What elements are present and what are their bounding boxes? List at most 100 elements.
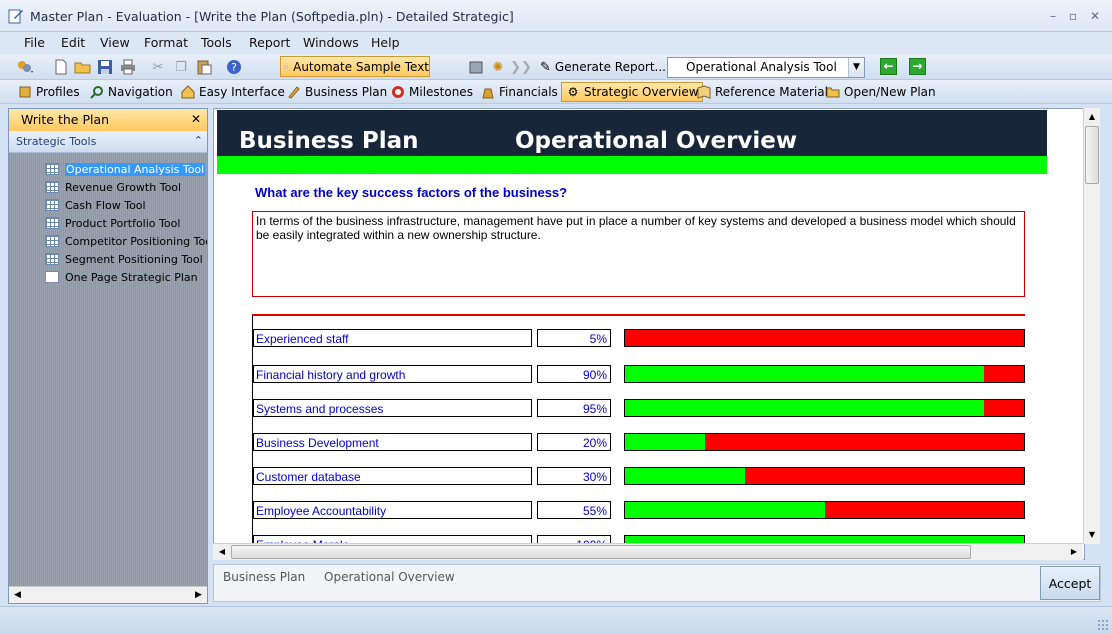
tab-open-new-plan[interactable]: Open/New Plan [822, 82, 939, 102]
generate-report-button[interactable]: ✎ Generate Report... [540, 57, 666, 77]
tab-reference-material[interactable]: Reference Material [693, 82, 831, 102]
new-document-icon[interactable] [52, 58, 70, 76]
main-toolbar: ✂ ❐ ? Automate Sample Text ✺ ❯❯ ✎ Genera… [0, 54, 1112, 80]
horizontal-scroll-thumb[interactable] [231, 545, 971, 559]
tab-navigation[interactable]: Navigation [86, 82, 176, 102]
factor-progress-bar [624, 467, 1025, 485]
tool-item-one-page-strategic-plan[interactable]: One Page Strategic Plan [45, 269, 198, 285]
maximize-button[interactable]: ▫ [1066, 9, 1080, 23]
automate-icon [284, 64, 288, 69]
tool-item-label: One Page Strategic Plan [65, 270, 198, 284]
bottom-bar: Business Plan Operational Overview Accep… [213, 564, 1101, 602]
factor-label[interactable]: Customer database [253, 467, 532, 485]
automate-sample-text-button[interactable]: Automate Sample Text [280, 56, 430, 77]
copy-icon[interactable]: ❐ [172, 58, 190, 76]
breadcrumb-business-plan[interactable]: Business Plan [223, 570, 305, 584]
tab-navigation-label: Navigation [108, 85, 173, 99]
grid-icon [45, 199, 59, 211]
scroll-up-icon[interactable]: ▲ [1084, 110, 1100, 124]
factor-progress-bar [624, 501, 1025, 519]
home-icon [180, 84, 196, 100]
tab-financials-label: Financials [499, 85, 558, 99]
tool-item-cash-flow[interactable]: Cash Flow Tool [45, 197, 146, 213]
pencil-icon [286, 84, 302, 100]
resize-grip[interactable] [1097, 619, 1109, 631]
factor-percent[interactable]: 55% [537, 501, 611, 519]
menu-report[interactable]: Report [249, 35, 290, 50]
accept-button[interactable]: Accept [1040, 566, 1100, 600]
collapse-icon[interactable]: ⌃ [194, 134, 203, 147]
wand-icon: ✎ [540, 59, 551, 75]
tab-easy-interface[interactable]: Easy Interface [177, 82, 288, 102]
document-horizontal-scrollbar[interactable]: ◀ ▶ [213, 543, 1083, 560]
menu-edit[interactable]: Edit [61, 35, 85, 50]
tab-business-plan[interactable]: Business Plan [283, 82, 390, 102]
close-icon[interactable]: ✕ [191, 112, 201, 126]
factor-percent[interactable]: 90% [537, 365, 611, 383]
factor-progress-fill [625, 468, 745, 484]
tool-item-product-portfolio[interactable]: Product Portfolio Tool [45, 215, 180, 231]
gear-icon: ⚙ [567, 85, 579, 99]
menu-windows[interactable]: Windows [303, 35, 359, 50]
minimize-button[interactable]: – [1046, 9, 1060, 23]
factor-percent[interactable]: 95% [537, 399, 611, 417]
banner-accent-bar [217, 156, 1047, 174]
tool-item-competitor-positioning[interactable]: Competitor Positioning Tool [45, 233, 208, 249]
tool-item-label: Competitor Positioning Tool [65, 234, 208, 248]
close-button[interactable]: ✕ [1088, 9, 1102, 23]
open-folder-icon[interactable] [74, 58, 92, 76]
save-icon[interactable] [96, 58, 114, 76]
menu-help[interactable]: Help [371, 35, 400, 50]
print-icon[interactable] [119, 58, 137, 76]
factor-label[interactable]: Systems and processes [253, 399, 532, 417]
strategic-tools-group[interactable]: Strategic Tools ⌃ [9, 131, 207, 153]
tab-profiles[interactable]: Profiles [14, 82, 83, 102]
cut-icon[interactable]: ✂ [149, 58, 167, 76]
scroll-left-icon[interactable]: ◀ [215, 545, 229, 559]
app-icon [8, 9, 23, 24]
answer-text-box[interactable]: In terms of the business infrastructure,… [252, 211, 1025, 297]
new-tool-icon[interactable] [16, 58, 34, 76]
scroll-right-icon[interactable]: ▶ [191, 588, 206, 602]
menu-format[interactable]: Format [144, 35, 188, 50]
back-arrow-icon[interactable]: ← [880, 58, 897, 75]
tool-item-label: Product Portfolio Tool [65, 216, 181, 230]
sun-icon[interactable]: ✺ [489, 58, 507, 76]
factor-label[interactable]: Financial history and growth [253, 365, 532, 383]
panel-horizontal-scrollbar[interactable]: ◀ ▶ [9, 586, 207, 603]
factor-label[interactable]: Employee Accountability [253, 501, 532, 519]
scroll-down-icon[interactable]: ▼ [1084, 528, 1100, 542]
forward-arrow-icon[interactable]: → [909, 58, 926, 75]
factor-label[interactable]: Business Development [253, 433, 532, 451]
tab-strategic-overview[interactable]: ⚙ Strategic Overview [561, 82, 703, 102]
factor-percent[interactable]: 5% [537, 329, 611, 347]
menu-file[interactable]: File [24, 35, 45, 50]
scroll-left-icon[interactable]: ◀ [10, 588, 25, 602]
tab-milestones[interactable]: Milestones [387, 82, 476, 102]
menu-view[interactable]: View [100, 35, 130, 50]
factor-percent[interactable]: 20% [537, 433, 611, 451]
tools-icon[interactable] [467, 58, 485, 76]
tool-item-revenue-growth[interactable]: Revenue Growth Tool [45, 179, 181, 195]
title-bar: Master Plan - Evaluation - [Write the Pl… [0, 0, 1112, 32]
tool-item-operational-analysis[interactable]: Operational Analysis Tool [45, 161, 206, 177]
chevron-down-icon[interactable]: ▼ [848, 58, 864, 77]
banner-title-left: Business Plan [239, 128, 419, 154]
vertical-scroll-thumb[interactable] [1085, 126, 1099, 184]
money-bag-icon [480, 84, 496, 100]
tab-business-plan-label: Business Plan [305, 85, 388, 99]
tool-item-segment-positioning[interactable]: Segment Positioning Tool [45, 251, 203, 267]
breadcrumb-operational-overview[interactable]: Operational Overview [324, 570, 455, 584]
menu-tools[interactable]: Tools [201, 35, 232, 50]
forward-icon[interactable]: ❯❯ [510, 58, 532, 76]
factor-progress-fill [625, 400, 985, 416]
document-vertical-scrollbar[interactable]: ▲ ▼ [1083, 108, 1100, 544]
factor-percent[interactable]: 30% [537, 467, 611, 485]
section-toolbar: Profiles Navigation Easy Interface Busin… [0, 80, 1112, 104]
tab-financials[interactable]: Financials [477, 82, 561, 102]
scroll-right-icon[interactable]: ▶ [1067, 545, 1081, 559]
tool-select-dropdown[interactable]: Operational Analysis Tool ▼ [667, 57, 865, 78]
factor-label[interactable]: Experienced staff [253, 329, 532, 347]
paste-icon[interactable] [195, 58, 213, 76]
help-icon[interactable]: ? [225, 58, 243, 76]
